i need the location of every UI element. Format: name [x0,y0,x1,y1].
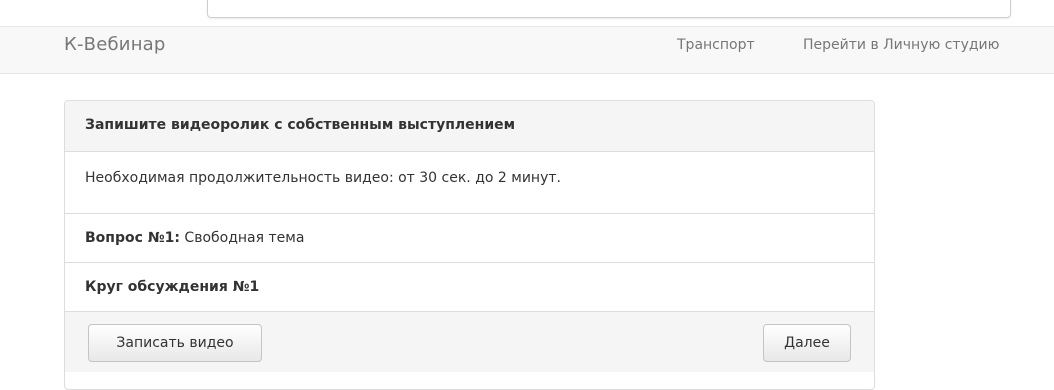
discussion-round-row: Круг обсуждения №1 [65,263,874,312]
brand-link[interactable]: К-Вебинар [64,34,166,55]
question-label: Вопрос №1: [85,230,180,246]
navbar: К-Вебинар Транспорт Перейти в Личную сту… [0,26,1054,74]
next-button[interactable]: Далее [763,324,851,362]
panel-footer: Записать видео Далее [65,312,874,372]
question-row: Вопрос №1: Свободная тема [65,214,874,263]
discussion-round-label: Круг обсуждения №1 [85,279,260,295]
duration-info: Необходимая продолжительность видео: от … [65,152,874,214]
top-search-field[interactable] [207,0,1011,18]
nav-link-transport[interactable]: Транспорт [677,37,755,53]
top-strip [0,0,1054,26]
panel-heading: Запишите видеоролик с собственным выступ… [65,101,874,152]
recording-panel: Запишите видеоролик с собственным выступ… [64,100,875,390]
question-text: Свободная тема [179,230,305,246]
record-video-button[interactable]: Записать видео [88,324,262,362]
nav-link-personal-studio[interactable]: Перейти в Личную студию [803,37,999,53]
